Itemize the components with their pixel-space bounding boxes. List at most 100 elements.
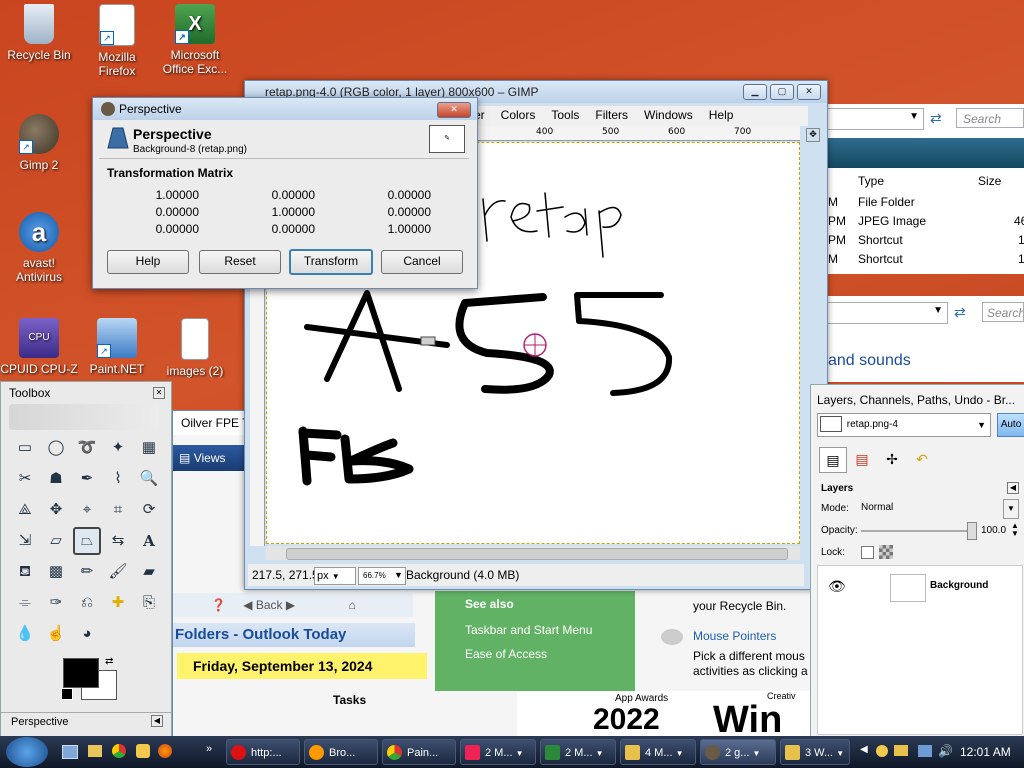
flip-icon[interactable]: ⇆ xyxy=(106,529,130,553)
mouse-pointers-link[interactable]: Mouse Pointers xyxy=(693,629,776,643)
desktop-icon-avast[interactable]: a avast! Antivirus xyxy=(0,212,78,284)
column-size[interactable]: Size xyxy=(978,174,1001,188)
views-button[interactable]: Views xyxy=(194,451,226,465)
dodge-burn-icon[interactable]: ◕ xyxy=(75,622,99,646)
dock-menu-icon[interactable]: ◀ xyxy=(151,715,163,727)
dock-close-icon[interactable]: ✕ xyxy=(153,387,165,399)
tray-network-icon[interactable] xyxy=(918,745,932,757)
fuzzy-select-icon[interactable]: ✦ xyxy=(106,436,130,460)
crop-icon[interactable]: ⌗ xyxy=(106,498,130,522)
eraser-icon[interactable]: ▰ xyxy=(137,560,161,584)
scale-icon[interactable]: ⇲ xyxy=(13,529,37,553)
help-icon[interactable]: ❓ xyxy=(211,598,226,612)
tray-mail-icon[interactable] xyxy=(894,745,908,756)
chrome-quick-icon[interactable] xyxy=(112,744,126,758)
link-ease-of-access[interactable]: Ease of Access xyxy=(465,647,547,661)
tray-volume-icon[interactable]: 🔊 xyxy=(938,744,953,758)
opacity-spin-icon[interactable]: ▲ ▼ xyxy=(1011,522,1019,538)
channels-tab-icon[interactable]: ▤ xyxy=(849,447,875,471)
forward-icon[interactable]: ▶ xyxy=(286,598,295,612)
start-button[interactable] xyxy=(6,737,48,767)
blur-icon[interactable]: 💧 xyxy=(13,622,37,646)
free-select-icon[interactable]: ➰ xyxy=(75,436,99,460)
airbrush-icon[interactable]: ⌯ xyxy=(13,591,37,615)
tray-messenger-icon[interactable] xyxy=(876,745,888,757)
clock[interactable]: 12:01 AM xyxy=(960,745,1011,759)
unit-selector[interactable]: px ▼ xyxy=(314,567,356,585)
file-row-type[interactable]: Shortcut xyxy=(858,233,903,247)
foreground-color-swatch[interactable] xyxy=(63,658,99,688)
pencil-icon[interactable]: ✏ xyxy=(75,560,99,584)
show-desktop-icon[interactable] xyxy=(62,745,78,759)
dock-menu-icon[interactable]: ◀ xyxy=(1007,482,1019,494)
layer-row[interactable]: 👁 Background xyxy=(818,570,1022,604)
file-row-type[interactable]: File Folder xyxy=(858,195,915,209)
address-dropdown-2[interactable]: ▼ xyxy=(826,302,948,324)
paths-tab-icon[interactable]: ✢ xyxy=(879,447,905,471)
ink-icon[interactable]: ✑ xyxy=(44,591,68,615)
paintbrush-icon[interactable]: 🖌 xyxy=(106,560,130,584)
taskbar-item[interactable]: 2 M... ▼ xyxy=(460,739,536,765)
minimize-button[interactable]: ▁ xyxy=(743,84,767,100)
firefox-quick-icon[interactable] xyxy=(158,744,172,758)
auto-button[interactable]: Auto xyxy=(997,413,1024,437)
back-button[interactable]: Back xyxy=(256,598,283,612)
foreground-select-icon[interactable]: ☗ xyxy=(44,467,68,491)
smudge-icon[interactable]: ☝ xyxy=(44,622,68,646)
transform-button[interactable]: Transform xyxy=(289,249,373,275)
tray-expand-icon[interactable]: ◀ xyxy=(860,744,868,755)
close-button[interactable]: ✕ xyxy=(797,84,821,100)
taskbar-item[interactable]: Bro... xyxy=(304,739,378,765)
shear-icon[interactable]: ▱ xyxy=(44,529,68,553)
desktop-icon-images[interactable]: images (2) xyxy=(156,318,234,378)
undo-tab-icon[interactable]: ↶ xyxy=(909,447,935,471)
navigate-icon[interactable]: ✥ xyxy=(806,128,820,142)
swap-colors-icon[interactable]: ⇄ xyxy=(105,656,113,667)
menu-tools[interactable]: Tools xyxy=(543,106,587,126)
taskbar-item[interactable]: http:... xyxy=(226,739,300,765)
scrollbar-thumb[interactable] xyxy=(286,548,788,560)
mode-select[interactable]: Normal ▼ xyxy=(855,499,1021,519)
file-row-type[interactable]: Shortcut xyxy=(858,252,903,266)
explorer-quick-icon[interactable] xyxy=(88,745,102,757)
horizontal-scrollbar[interactable] xyxy=(266,546,800,560)
link-taskbar[interactable]: Taskbar and Start Menu xyxy=(465,623,592,637)
dialog-close-button[interactable]: ✕ xyxy=(437,102,471,118)
taskbar-item[interactable]: 4 M... ▼ xyxy=(620,739,696,765)
opacity-value[interactable]: 100.0 xyxy=(981,525,1006,536)
layers-tab-icon[interactable]: ▤ xyxy=(819,447,847,473)
measure-icon[interactable]: ⟁ xyxy=(13,498,37,522)
clone-icon[interactable]: ⎌ xyxy=(75,591,99,615)
address-dropdown[interactable]: ▼ xyxy=(826,108,924,130)
lock-alpha-icon[interactable] xyxy=(879,545,893,559)
desktop-icon-firefox[interactable]: ↗ Mozilla Firefox xyxy=(78,4,156,78)
menu-windows[interactable]: Windows xyxy=(636,106,701,126)
zoom-icon[interactable]: 🔍 xyxy=(137,467,161,491)
rotate-icon[interactable]: ⟳ xyxy=(137,498,161,522)
taskbar-item[interactable]: 3 W... ▼ xyxy=(780,739,850,765)
paths-icon[interactable]: ✒ xyxy=(75,467,99,491)
search-input-2[interactable]: Search xyxy=(982,302,1024,322)
ellipse-select-icon[interactable]: ◯ xyxy=(44,436,68,460)
perspective-icon[interactable]: ⏢ xyxy=(73,527,101,555)
layer-name[interactable]: Background xyxy=(930,580,988,591)
desktop-icon-cpuz[interactable]: CPU CPUID CPU-Z xyxy=(0,318,78,376)
perspective-clone-icon[interactable]: ⎘ xyxy=(137,591,161,615)
refresh-icon[interactable]: ⇄ xyxy=(930,110,942,127)
chevron-down-icon[interactable]: ▼ xyxy=(394,564,403,586)
messenger-quick-icon[interactable] xyxy=(136,744,150,758)
color-picker-icon[interactable]: ⌇ xyxy=(106,467,130,491)
help-button[interactable]: Help xyxy=(107,250,189,274)
color-select-icon[interactable]: ▦ xyxy=(137,436,161,460)
taskbar-item[interactable]: Pain... xyxy=(382,739,456,765)
text-icon[interactable]: A xyxy=(137,529,161,553)
menu-help[interactable]: Help xyxy=(701,106,742,126)
cancel-button[interactable]: Cancel xyxy=(381,250,463,274)
menu-colors[interactable]: Colors xyxy=(493,106,544,126)
refresh-icon[interactable]: ⇄ xyxy=(954,304,966,321)
taskbar-item-gimp[interactable]: 2 g... ▼ xyxy=(700,739,776,765)
menu-filters[interactable]: Filters xyxy=(587,106,636,126)
image-selector[interactable]: retap.png-4 ▼ xyxy=(817,413,991,437)
desktop-icon-gimp[interactable]: ↗ Gimp 2 xyxy=(0,114,78,172)
taskbar-item[interactable]: 2 M... ▼ xyxy=(540,739,616,765)
